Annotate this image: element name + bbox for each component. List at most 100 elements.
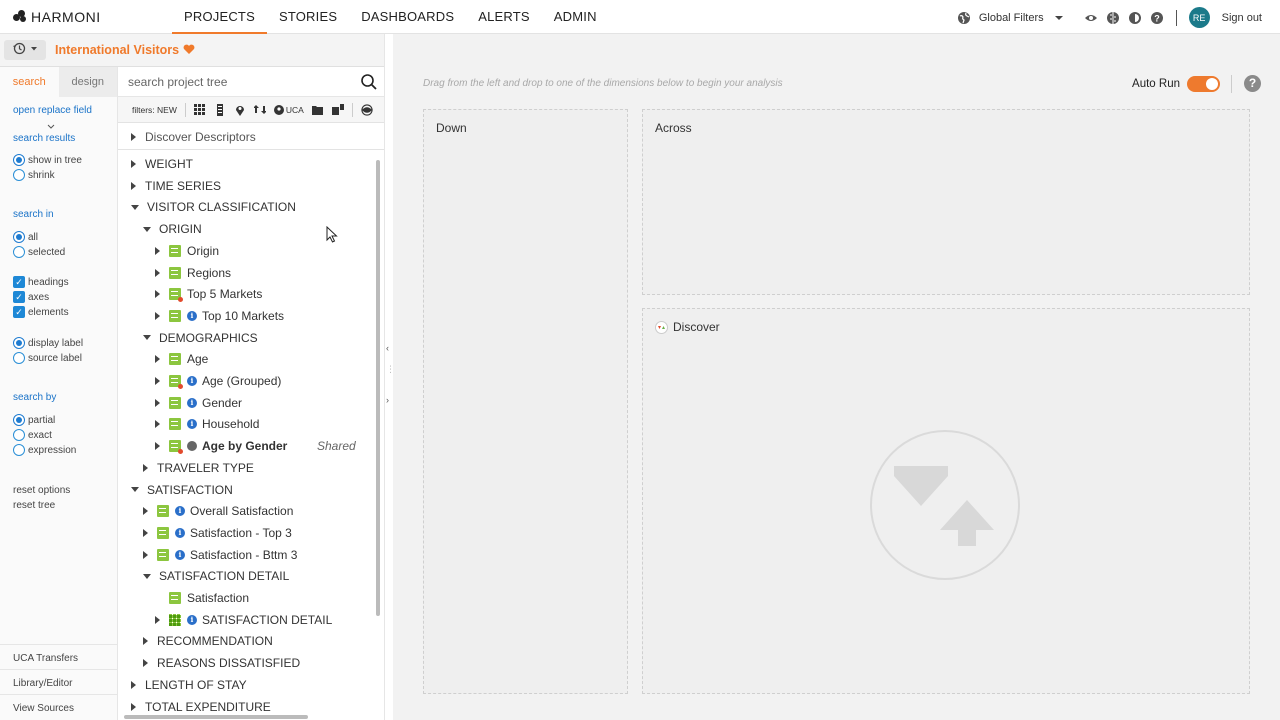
option-shrink[interactable]: shrink bbox=[13, 169, 55, 181]
help-icon[interactable]: ? bbox=[1150, 11, 1164, 25]
option-display-label[interactable]: display label bbox=[13, 337, 83, 349]
open-replace-field-link[interactable]: open replace field bbox=[13, 105, 92, 116]
tree-node[interactable]: LENGTH OF STAY bbox=[131, 675, 247, 695]
radio-icon[interactable] bbox=[13, 444, 25, 456]
info-icon[interactable]: i bbox=[187, 310, 197, 321]
radio-icon[interactable] bbox=[13, 352, 25, 364]
grid-filter-icon[interactable] bbox=[194, 104, 206, 116]
variable-filter-icon[interactable] bbox=[214, 103, 226, 116]
caret-right-icon[interactable] bbox=[143, 463, 148, 472]
brain-icon[interactable] bbox=[1106, 11, 1120, 25]
caret-right-icon[interactable] bbox=[131, 702, 136, 711]
caret-down-icon[interactable] bbox=[143, 226, 151, 232]
tree-node[interactable]: i Satisfaction - Bttm 3 bbox=[143, 545, 297, 565]
caret-down-icon[interactable] bbox=[131, 487, 139, 492]
globe-icon[interactable] bbox=[957, 11, 971, 25]
tree-node[interactable]: i Overall Satisfaction bbox=[143, 501, 293, 521]
down-drop-zone[interactable]: Down bbox=[423, 109, 628, 694]
uca-filter[interactable]: UCA bbox=[273, 104, 304, 115]
caret-right-icon[interactable] bbox=[155, 398, 160, 407]
tree-node[interactable]: DEMOGRAPHICS bbox=[143, 328, 258, 348]
tab-search[interactable]: search bbox=[0, 67, 59, 97]
radio-selected-icon[interactable] bbox=[13, 154, 25, 166]
option-source-label[interactable]: source label bbox=[13, 352, 82, 364]
help-icon[interactable]: ? bbox=[1244, 75, 1261, 92]
nav-projects[interactable]: PROJECTS bbox=[172, 0, 267, 34]
caret-right-icon[interactable] bbox=[131, 160, 136, 168]
caret-right-icon[interactable] bbox=[155, 442, 160, 451]
tree-node[interactable]: i Household bbox=[155, 414, 259, 434]
harmoni-logo[interactable]: HARMONI bbox=[13, 9, 101, 25]
library-editor-link[interactable]: Library/Editor bbox=[13, 678, 72, 689]
heart-icon[interactable] bbox=[183, 43, 195, 57]
nav-admin[interactable]: ADMIN bbox=[542, 0, 609, 34]
collapse-left-icon[interactable]: ‹ bbox=[386, 343, 389, 353]
tree-node[interactable]: Age by Gender bbox=[155, 436, 287, 456]
chevron-down-icon[interactable] bbox=[1052, 11, 1066, 25]
tree-node[interactable]: i Age (Grouped) bbox=[155, 371, 281, 391]
caret-right-icon[interactable] bbox=[155, 268, 160, 277]
nav-dashboards[interactable]: DASHBOARDS bbox=[349, 0, 466, 34]
info-icon[interactable]: i bbox=[187, 419, 197, 430]
radio-icon[interactable] bbox=[13, 246, 25, 258]
caret-right-icon[interactable] bbox=[131, 680, 136, 689]
tree-node[interactable]: i Satisfaction - Top 3 bbox=[143, 523, 292, 543]
tree-node[interactable]: REASONS DISSATISFIED bbox=[143, 653, 300, 673]
tree-node[interactable]: i Top 10 Markets bbox=[155, 306, 284, 326]
caret-right-icon[interactable] bbox=[131, 181, 136, 190]
info-icon[interactable]: i bbox=[187, 614, 197, 625]
location-filter-icon[interactable] bbox=[234, 104, 246, 116]
nav-stories[interactable]: STORIES bbox=[267, 0, 349, 34]
search-project-tree-input[interactable] bbox=[128, 73, 348, 91]
caret-right-icon[interactable] bbox=[143, 550, 148, 559]
checkbox-checked-icon[interactable]: ✓ bbox=[13, 306, 25, 318]
caret-right-icon[interactable] bbox=[155, 615, 160, 624]
tree-node[interactable]: Regions bbox=[155, 263, 231, 283]
tree-node[interactable]: i Gender bbox=[155, 393, 242, 413]
option-partial[interactable]: partial bbox=[13, 414, 55, 426]
info-icon[interactable]: i bbox=[175, 506, 185, 517]
global-filters-dropdown[interactable]: Global Filters bbox=[979, 12, 1044, 24]
expand-right-icon[interactable]: › bbox=[386, 395, 389, 405]
caret-right-icon[interactable] bbox=[155, 246, 160, 255]
search-icon[interactable] bbox=[360, 73, 378, 91]
option-headings[interactable]: ✓ headings bbox=[13, 276, 69, 288]
caret-right-icon[interactable] bbox=[143, 659, 148, 668]
uca-transfers-link[interactable]: UCA Transfers bbox=[13, 653, 78, 664]
option-selected[interactable]: selected bbox=[13, 246, 65, 258]
tree-node[interactable]: TOTAL EXPENDITURE bbox=[131, 697, 271, 715]
eye-icon[interactable] bbox=[361, 103, 373, 116]
across-drop-zone[interactable]: Across bbox=[642, 109, 1250, 295]
radio-icon[interactable] bbox=[13, 429, 25, 441]
radio-selected-icon[interactable] bbox=[13, 414, 25, 426]
user-avatar[interactable]: RE bbox=[1188, 7, 1210, 28]
filter-new-button[interactable]: NEW bbox=[157, 105, 177, 115]
info-icon[interactable]: i bbox=[175, 527, 185, 538]
option-axes[interactable]: ✓ axes bbox=[13, 291, 49, 303]
info-icon[interactable]: i bbox=[187, 376, 197, 386]
nav-alerts[interactable]: ALERTS bbox=[466, 0, 542, 34]
radio-icon[interactable] bbox=[13, 169, 25, 181]
caret-right-icon[interactable] bbox=[143, 528, 148, 537]
caret-right-icon[interactable] bbox=[155, 420, 160, 429]
caret-down-icon[interactable] bbox=[143, 573, 151, 579]
view-sources-link[interactable]: View Sources bbox=[13, 703, 74, 714]
radio-selected-icon[interactable] bbox=[13, 337, 25, 349]
info-icon[interactable]: i bbox=[175, 549, 185, 560]
tree-node[interactable]: WEIGHT bbox=[131, 154, 193, 174]
caret-right-icon[interactable] bbox=[155, 311, 160, 320]
option-all[interactable]: all bbox=[13, 231, 38, 243]
folder-filter-icon[interactable] bbox=[312, 104, 324, 116]
transfer-filter-icon[interactable] bbox=[253, 104, 266, 116]
info-icon[interactable]: i bbox=[187, 397, 197, 408]
caret-down-icon[interactable] bbox=[131, 204, 139, 210]
tab-design[interactable]: design bbox=[58, 67, 117, 97]
option-show-in-tree[interactable]: show in tree bbox=[13, 154, 82, 166]
sign-out-link[interactable]: Sign out bbox=[1222, 12, 1262, 24]
option-expression[interactable]: expression bbox=[13, 444, 76, 456]
contrast-icon[interactable] bbox=[1128, 11, 1142, 25]
panel-splitter[interactable]: ‹ ⋮ › bbox=[384, 34, 395, 720]
tree-node[interactable]: TRAVELER TYPE bbox=[143, 458, 254, 478]
checkbox-checked-icon[interactable]: ✓ bbox=[13, 276, 25, 288]
caret-right-icon[interactable] bbox=[155, 355, 160, 364]
